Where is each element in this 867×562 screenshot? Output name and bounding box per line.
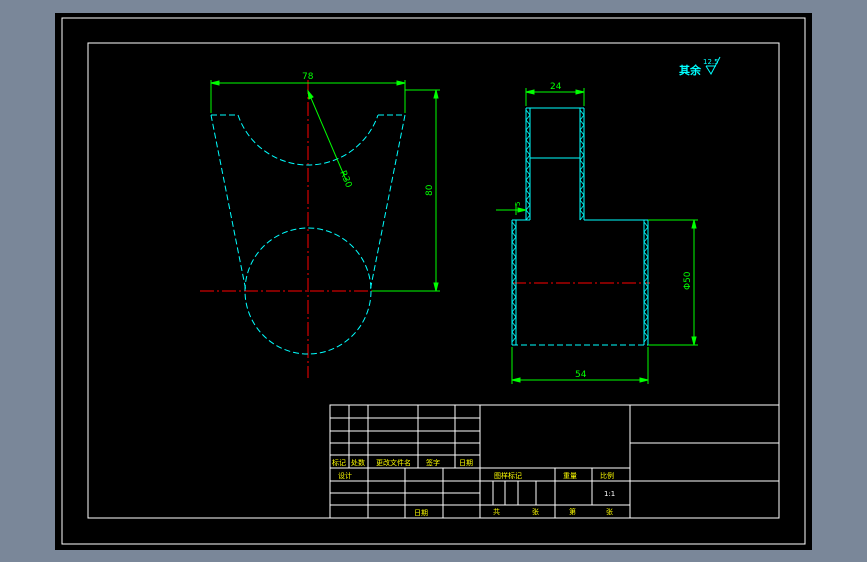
- rev-header-mark: 标记: [332, 458, 346, 467]
- rev-header-file: 更改文件名: [376, 458, 411, 467]
- dim-step-label: 5: [514, 202, 522, 206]
- dim-diameter-label: Φ50: [683, 271, 693, 290]
- stage-label: 图样标记: [494, 471, 522, 480]
- scale-value: 1:1: [604, 490, 615, 498]
- rev-header-count: 处数: [351, 458, 365, 467]
- rev-header-date: 日期: [459, 459, 473, 467]
- drawing-canvas: [55, 13, 812, 550]
- dim-width-label: 78: [302, 72, 314, 82]
- total-label: 共: [493, 507, 500, 516]
- surface-finish-value: 12.5: [703, 58, 719, 66]
- surface-finish-label: 其余: [679, 63, 702, 77]
- rev-header-sign: 签字: [426, 458, 440, 467]
- cad-drawing: 其余 12.5 78 80 R30 24 5 Φ50 54 标记 处数 更改文件…: [0, 0, 867, 562]
- dim-bottom-width-label: 54: [575, 370, 587, 380]
- page-label: 第: [569, 507, 576, 516]
- dim-height-label: 80: [425, 184, 435, 196]
- scale-label: 比例: [600, 471, 614, 480]
- sheet-label: 张: [532, 507, 539, 516]
- date-label: 日期: [414, 509, 428, 517]
- dim-top-width-label: 24: [550, 82, 562, 92]
- weight-label: 重量: [563, 472, 577, 480]
- page-sheet-label: 张: [606, 507, 613, 516]
- design-label: 设计: [338, 471, 352, 480]
